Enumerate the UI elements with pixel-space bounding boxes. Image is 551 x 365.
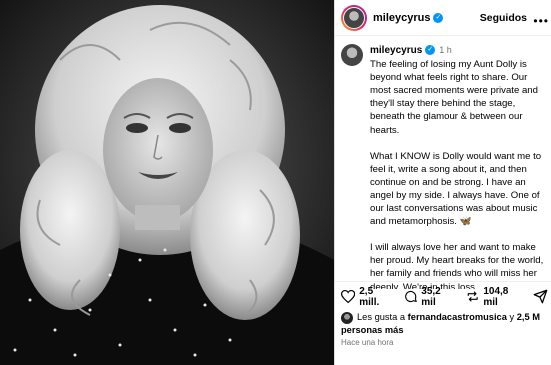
comment-count[interactable]: 35,2 mil [421,286,454,308]
author-avatar[interactable] [343,6,365,29]
repost-count[interactable]: 104,8 mil [483,286,521,308]
like-count[interactable]: 2,5 mill. [359,286,392,308]
repost-button[interactable]: 104,8 mil [466,286,521,308]
author-avatar-ring[interactable] [341,4,367,31]
posted-ago[interactable]: Hace una hora [341,338,393,347]
heart-icon [341,289,356,304]
caption: mileycyrus ✓ 1 h The feeling of losing my … [370,44,545,289]
liked-by-prefix: Les gusta a [357,312,406,322]
comment-icon [405,291,417,303]
following-button[interactable]: Seguidos [480,12,527,24]
comment-button[interactable]: 35,2 mil [404,286,454,308]
author-username[interactable]: mileycyrus [373,12,430,24]
caption-paragraph: What I KNOW is Dolly would want me to fe… [370,150,542,228]
caption-paragraph: The feeling of losing my Aunt Dolly is b… [370,59,538,136]
send-icon [533,289,548,304]
more-horizontal-icon[interactable]: ••• [533,14,549,28]
action-bar: 2,5 mill. 35,2 mil 104,8 mil [335,281,551,311]
verified-badge-icon: ✓ [433,12,444,23]
caption-avatar[interactable] [341,44,363,66]
post-image [0,0,334,365]
liked-by-user[interactable]: fernandacastromusica [408,312,507,322]
caption-username[interactable]: mileycyrus [370,45,422,56]
like-button[interactable]: 2,5 mill. [341,286,392,308]
post-time[interactable]: 1 h [439,45,452,55]
repost-icon [467,291,478,302]
post-photo[interactable] [0,0,334,365]
liker-avatar[interactable] [341,311,353,324]
post-header: mileycyrus ✓ Seguidos ••• [335,0,551,36]
verified-badge-icon: ✓ [425,45,436,56]
liked-by-conj: y [509,312,515,322]
post-side-panel: mileycyrus ✓ Seguidos ••• mileycyrus ✓ 1 h… [334,0,551,365]
share-button[interactable] [533,289,551,304]
liked-by: Les gusta a fernandacastromusica y 2,5 M… [341,311,551,336]
caption-area: mileycyrus ✓ 1 h The feeling of losing my … [335,36,551,289]
